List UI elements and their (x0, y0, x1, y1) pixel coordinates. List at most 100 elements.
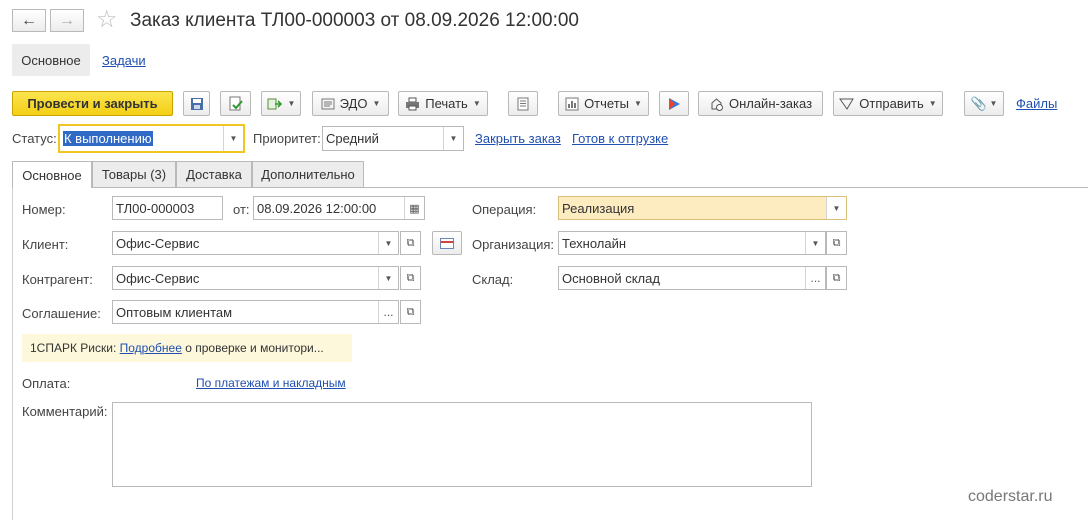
operation-select[interactable]: Реализация ▼ (558, 196, 847, 220)
date-value: 08.09.2026 12:00:00 (257, 200, 377, 216)
reports-icon (565, 97, 579, 110)
dropdown-arrow-icon[interactable]: ▼ (223, 126, 243, 151)
dropdown-arrow-icon[interactable]: ▼ (443, 127, 463, 150)
open-window-icon: ⧉ (406, 305, 415, 318)
status-label: Статус: (12, 131, 57, 146)
tab-delivery[interactable]: Доставка (176, 161, 252, 187)
close-order-link[interactable]: Закрыть заказ (475, 131, 561, 146)
warehouse-value: Основной склад (562, 270, 660, 286)
agreement-open-button[interactable]: ⧉ (400, 300, 421, 324)
online-order-button[interactable]: Онлайн-заказ (698, 91, 823, 116)
document-structure-button[interactable] (508, 91, 538, 116)
spark-risks-panel: 1СПАРК Риски: Подробнее о проверке и мон… (22, 334, 352, 362)
arrow-right-icon: → (59, 11, 75, 29)
back-button[interactable]: ← (12, 9, 46, 32)
organization-input[interactable]: Технолайн ▼ (558, 231, 826, 255)
dropdown-arrow-icon[interactable]: ▼ (805, 232, 825, 254)
ellipsis-icon[interactable]: ... (378, 301, 398, 323)
chevron-down-icon: ▼ (634, 99, 642, 108)
dropdown-arrow-icon[interactable]: ▼ (378, 232, 398, 254)
organization-open-button[interactable]: ⧉ (826, 231, 847, 255)
spark-details-link[interactable]: Подробнее (120, 341, 182, 355)
open-window-icon: ⧉ (406, 236, 415, 249)
online-order-label: Онлайн-заказ (728, 96, 813, 111)
payment-link[interactable]: По платежам и накладным (196, 376, 346, 390)
forward-button[interactable]: → (50, 9, 84, 32)
contractor-open-button[interactable]: ⧉ (400, 266, 421, 290)
tab-goods[interactable]: Товары (3) (92, 161, 176, 187)
edo-button[interactable]: ЭДО ▼ (312, 91, 389, 116)
comment-label: Комментарий: (22, 404, 108, 419)
chevron-down-icon: ▼ (928, 99, 937, 108)
client-open-button[interactable]: ⧉ (400, 231, 421, 255)
chevron-down-icon: ▼ (287, 99, 296, 108)
section-tab-main[interactable]: Основное (12, 44, 90, 76)
favorite-star-icon[interactable]: ☆ (96, 6, 118, 34)
warehouse-label: Склад: (472, 272, 514, 287)
organization-label: Организация: (472, 237, 555, 252)
edo-icon (321, 98, 335, 109)
list-document-icon (517, 97, 529, 110)
number-input[interactable]: ТЛ00-000003 (112, 196, 223, 220)
comment-textarea[interactable] (112, 402, 812, 487)
watermark: coderstar.ru (968, 488, 1053, 505)
post-button[interactable] (220, 91, 251, 116)
send-icon (839, 98, 855, 110)
priority-label: Приоритет: (253, 131, 321, 146)
operation-value: Реализация (562, 200, 635, 216)
tab-divider (12, 187, 1088, 188)
agreement-input[interactable]: Оптовым клиентам ... (112, 300, 399, 324)
priority-select[interactable]: Средний ▼ (322, 126, 464, 151)
priority-value: Средний (326, 131, 379, 146)
window-title: Заказ клиента ТЛ00-000003 от 08.09.2026 … (130, 10, 579, 31)
send-button[interactable]: Отправить ▼ (833, 91, 943, 116)
printer-icon (406, 97, 420, 110)
calendar-icon[interactable]: ▦ (404, 197, 424, 219)
card-icon (440, 237, 454, 249)
client-input[interactable]: Офис-Сервис ▼ (112, 231, 399, 255)
chevron-down-icon: ▼ (472, 99, 481, 108)
warehouse-input[interactable]: Основной склад ... (558, 266, 826, 290)
tab-main[interactable]: Основное (12, 161, 92, 188)
open-window-icon: ⧉ (832, 271, 841, 284)
from-label: от: (233, 202, 250, 217)
reports-label: Отчеты (584, 96, 629, 111)
spark-prefix: 1СПАРК Риски: (30, 341, 117, 355)
number-value: ТЛ00-000003 (116, 200, 195, 216)
dropdown-arrow-icon[interactable]: ▼ (826, 197, 846, 219)
section-tab-tasks[interactable]: Задачи (102, 53, 146, 68)
paperclip-icon: 📎 (970, 95, 987, 111)
client-value: Офис-Сервис (116, 235, 200, 251)
warehouse-open-button[interactable]: ⧉ (826, 266, 847, 290)
payment-label: Оплата: (22, 376, 71, 391)
post-and-close-button[interactable]: Провести и закрыть (12, 91, 173, 116)
post-document-icon (229, 96, 243, 110)
edo-label: ЭДО (339, 96, 368, 111)
arrow-left-icon: ← (21, 11, 37, 29)
client-card-button[interactable] (432, 231, 462, 255)
create-based-icon (267, 98, 282, 109)
organization-value: Технолайн (562, 235, 627, 251)
files-link[interactable]: Файлы (1016, 96, 1057, 111)
contractor-input[interactable]: Офис-Сервис ▼ (112, 266, 399, 290)
agreement-value: Оптовым клиентам (116, 304, 233, 320)
attach-button[interactable]: 📎 ▼ (964, 91, 1004, 116)
ellipsis-icon[interactable]: ... (805, 267, 825, 289)
print-button[interactable]: Печать ▼ (398, 91, 488, 116)
play-logo-icon (668, 97, 680, 110)
reports-button[interactable]: Отчеты ▼ (558, 91, 649, 116)
client-label: Клиент: (22, 237, 69, 252)
tab-additional[interactable]: Дополнительно (252, 161, 364, 187)
save-button[interactable] (183, 91, 210, 116)
agreement-label: Соглашение: (22, 306, 101, 321)
date-input[interactable]: 08.09.2026 12:00:00 ▦ (253, 196, 425, 220)
ready-shipment-link[interactable]: Готов к отгрузке (572, 131, 668, 146)
dropdown-arrow-icon[interactable]: ▼ (378, 267, 398, 289)
status-select[interactable]: К выполнению ▼ (58, 124, 245, 153)
send-label: Отправить (859, 96, 924, 111)
tab-panel-border (12, 187, 13, 520)
open-window-icon: ⧉ (832, 236, 841, 249)
spark-suffix: о проверке и монитори... (185, 341, 324, 355)
mobile-app-button[interactable] (659, 91, 689, 116)
create-based-on-button[interactable]: ▼ (261, 91, 301, 116)
